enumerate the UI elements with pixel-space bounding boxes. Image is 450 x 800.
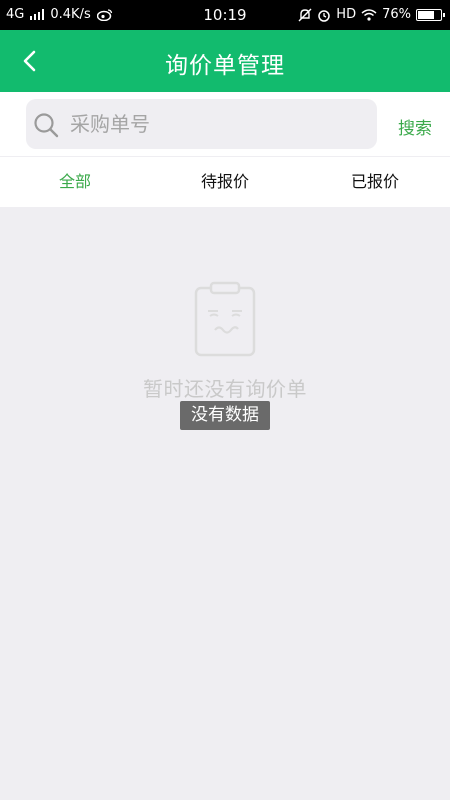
search-input[interactable] [70,99,370,149]
page-title: 询价单管理 [165,53,285,79]
wifi-icon [361,8,377,21]
tab-pending-quote[interactable]: 待报价 [150,157,300,207]
notification-off-icon [298,8,312,21]
battery-percent: 76% [382,7,411,22]
empty-state-message: 暂时还没有询价单 [143,377,307,401]
battery-icon [416,8,445,21]
search-button[interactable]: 搜索 [398,114,432,139]
nav-bar: 询价单管理 [0,30,450,92]
search-area: 搜索 [0,92,450,156]
alarm-icon [318,9,331,22]
hd-label: HD [336,7,357,22]
filter-tabs: 全部 待报价 已报价 [0,157,450,207]
tab-quoted[interactable]: 已报价 [300,157,450,207]
empty-clipboard-icon [194,281,256,357]
battery-fill [418,10,434,19]
toast-message: 没有数据 [180,401,270,430]
search-icon [34,113,59,138]
tab-all[interactable]: 全部 [0,157,150,207]
status-right: HD 76% [298,7,445,22]
status-bar: 4G 0.4K/s 10:19 HD 76% [0,0,450,30]
search-box[interactable] [26,99,377,149]
